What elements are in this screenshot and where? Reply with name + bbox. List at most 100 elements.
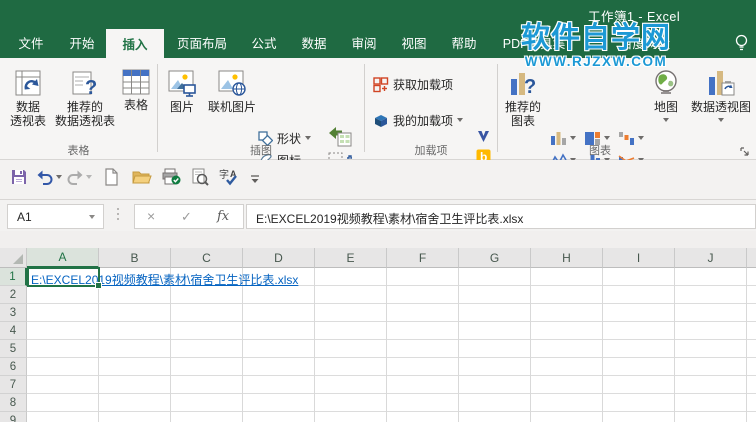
select-all-triangle-icon	[13, 254, 23, 264]
formula-controls: × ✓ fx	[134, 204, 244, 229]
quick-print-button[interactable]	[161, 166, 181, 188]
pivottable-button[interactable]: 数据 透视表	[3, 61, 53, 153]
row-header-8[interactable]: 8	[0, 394, 27, 412]
pictures-label: 图片	[169, 100, 194, 114]
group-label-addins: 加载项	[414, 145, 448, 157]
group-divider	[157, 64, 158, 152]
my-addins-label: 我的加载项	[393, 113, 454, 128]
new-document-button[interactable]	[104, 166, 119, 188]
undo-icon	[37, 170, 53, 185]
row-header-7[interactable]: 7	[0, 376, 27, 394]
pivotchart-button[interactable]: 数据透视图	[686, 61, 756, 153]
customize-qat-button[interactable]	[250, 168, 260, 190]
tab-help[interactable]: 帮助	[440, 26, 488, 58]
name-box-dropdown-icon[interactable]	[89, 215, 95, 219]
column-header-b[interactable]: B	[99, 248, 171, 268]
column-header-e[interactable]: E	[315, 248, 387, 268]
tab-formulas[interactable]: 公式	[240, 26, 288, 58]
maps-globe-icon	[655, 70, 677, 94]
window-title: 工作簿1 - Excel	[588, 10, 681, 24]
column-header-g[interactable]: G	[459, 248, 531, 268]
maps-button[interactable]: 地图	[646, 61, 686, 153]
save-icon	[12, 170, 26, 184]
tab-data[interactable]: 数据	[290, 26, 338, 58]
tellme-lightbulb-icon[interactable]	[728, 26, 754, 58]
column-header-i[interactable]: I	[603, 248, 675, 268]
group-divider	[497, 64, 498, 152]
fill-handle[interactable]	[95, 282, 102, 289]
my-addins-button[interactable]: 我的加载项	[372, 110, 464, 130]
ribbon-insert: 数据 透视表 ? 推荐的 数据透视表 表格 表格 图片 联机图片 形状 插图 获…	[0, 58, 756, 189]
formula-bar-splitter[interactable]	[117, 208, 119, 220]
column-header-h[interactable]: H	[531, 248, 603, 268]
online-pictures-icon	[218, 70, 246, 96]
tab-file[interactable]: 文件	[8, 26, 54, 58]
svg-text:字: 字	[219, 168, 229, 181]
table-button[interactable]: 表格	[117, 61, 155, 153]
tab-baidu-netdisk[interactable]: 百度网盘	[604, 26, 686, 58]
row-header-6[interactable]: 6	[0, 358, 27, 376]
waterfall-chart-dropdown-icon	[638, 136, 644, 140]
tab-view[interactable]: 视图	[392, 26, 436, 58]
print-preview-icon	[192, 168, 209, 186]
recommended-pivottable-icon: ?	[72, 71, 97, 97]
shapes-dropdown-icon	[305, 136, 312, 140]
maps-dropdown-icon	[663, 118, 669, 122]
recommended-charts-label2: 图表	[510, 114, 535, 128]
recommended-charts-button[interactable]: ? 推荐的 图表	[500, 61, 546, 153]
tab-insert[interactable]: 插入	[106, 29, 164, 58]
hierarchy-chart-dropdown-icon	[604, 136, 610, 140]
row-header-1[interactable]: 1	[0, 268, 27, 286]
svg-text:?: ?	[524, 76, 536, 97]
undo-button[interactable]	[36, 166, 62, 188]
online-pictures-button[interactable]: 联机图片	[205, 61, 259, 153]
formula-input[interactable]: E:\EXCEL2019视频教程\素材\宿舍卫生评比表.xlsx	[246, 204, 756, 229]
column-header-f[interactable]: F	[387, 248, 459, 268]
get-addins-button[interactable]: 获取加载项	[372, 74, 453, 94]
row-header-3[interactable]: 3	[0, 304, 27, 322]
recommended-pivottable-label2: 数据透视表	[54, 114, 115, 128]
open-button[interactable]	[132, 166, 152, 188]
save-button[interactable]	[10, 166, 28, 188]
row-header-5[interactable]: 5	[0, 340, 27, 358]
customize-qat-icon	[251, 175, 259, 183]
name-box[interactable]: A1	[7, 204, 104, 229]
column-header-partial[interactable]	[747, 248, 756, 268]
my-addins-icon	[375, 114, 387, 127]
cell-a1-selection[interactable]	[27, 267, 102, 289]
tab-home[interactable]: 开始	[58, 26, 106, 58]
charts-dialog-launcher[interactable]	[740, 142, 750, 162]
row-header-2[interactable]: 2	[0, 286, 27, 304]
redo-button[interactable]	[66, 166, 92, 188]
column-header-j[interactable]: J	[675, 248, 747, 268]
select-all-corner[interactable]	[0, 248, 27, 268]
recommended-charts-label: 推荐的	[504, 100, 541, 114]
recommended-pivottable-button[interactable]: ? 推荐的 数据透视表	[54, 61, 116, 153]
enter-icon[interactable]: ✓	[181, 209, 192, 225]
print-preview-button[interactable]	[191, 166, 209, 188]
spelling-button[interactable]: 字A	[219, 166, 241, 188]
group-label-charts: 图表	[589, 145, 611, 157]
online-pictures-label: 联机图片	[207, 100, 256, 114]
column-chart-dropdown-icon	[570, 136, 576, 140]
row-header-9[interactable]: 9	[0, 412, 27, 422]
insert-function-icon[interactable]: fx	[217, 209, 229, 224]
table-icon	[122, 69, 150, 95]
tab-review[interactable]: 审阅	[340, 26, 388, 58]
worksheet-top-strip	[0, 231, 756, 248]
row-header-4[interactable]: 4	[0, 322, 27, 340]
tab-page-layout[interactable]: 页面布局	[164, 26, 240, 58]
group-label-tables: 表格	[67, 145, 90, 157]
column-header-a[interactable]: A	[27, 248, 99, 268]
cancel-icon[interactable]: ×	[147, 208, 155, 224]
pivotchart-icon	[709, 71, 735, 96]
worksheet-grid[interactable]	[27, 268, 756, 422]
get-addins-label: 获取加载项	[393, 77, 454, 92]
print-icon	[162, 168, 181, 185]
column-header-d[interactable]: D	[243, 248, 315, 268]
tab-pdf-tools[interactable]: PDF工具集	[490, 26, 578, 58]
pictures-button[interactable]: 图片	[160, 61, 204, 153]
pivotchart-label: 数据透视图	[690, 100, 751, 114]
column-header-c[interactable]: C	[171, 248, 243, 268]
pivottable-icon	[15, 70, 41, 96]
